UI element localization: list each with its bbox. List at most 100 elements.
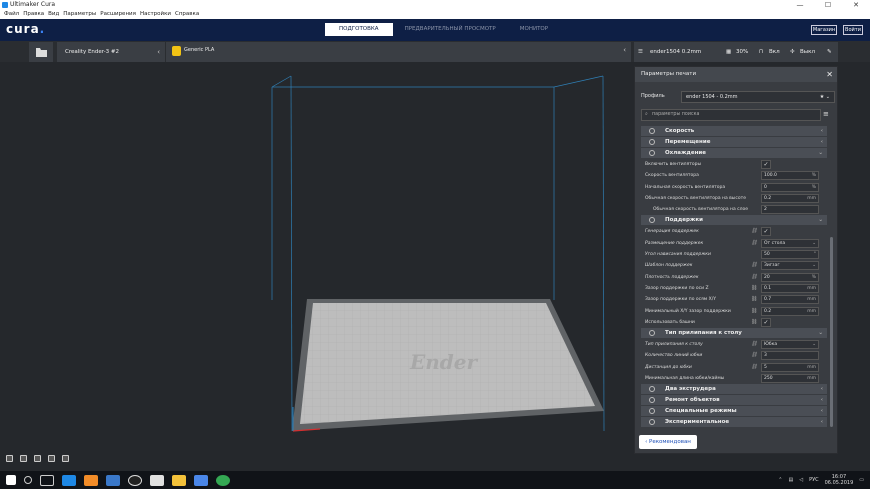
chrome-icon[interactable] xyxy=(216,474,230,486)
setting-input[interactable]: 0% xyxy=(761,182,819,192)
view-top-icon[interactable] xyxy=(34,455,41,462)
task-view-icon[interactable] xyxy=(40,474,54,486)
menu-extensions[interactable]: Расширения xyxy=(98,10,138,19)
category-special-modes[interactable]: Специальные режимы ‹ xyxy=(641,406,827,417)
checkbox[interactable]: ✓ xyxy=(761,160,771,169)
fan-icon xyxy=(649,150,655,156)
search-icon[interactable] xyxy=(24,476,32,484)
star-chevron-icon: ★ ⌄ xyxy=(819,94,830,100)
setting-input[interactable]: 0.7 mm xyxy=(761,295,819,305)
settings-menu-icon[interactable]: ≡ xyxy=(823,110,829,118)
minimize-button[interactable]: — xyxy=(786,0,814,10)
checkbox[interactable]: ✓ xyxy=(761,227,771,237)
summary-infill: 30% xyxy=(736,49,749,55)
printer-name: Creality Ender-3 #2 xyxy=(65,49,120,55)
chevron-left-icon: ‹ xyxy=(157,48,160,56)
cura-taskbar-icon[interactable] xyxy=(62,474,76,486)
profile-dropdown[interactable]: ender 1504 - 0.2mm ★ ⌄ xyxy=(681,91,835,103)
setting-input[interactable]: 0.2 mm xyxy=(761,306,819,316)
category-adhesion[interactable]: Тип прилипания к столу ⌄ xyxy=(641,328,827,339)
open-file-button[interactable] xyxy=(29,42,53,62)
view-right-icon[interactable] xyxy=(62,455,69,462)
view-3d-icon[interactable] xyxy=(6,455,13,462)
close-button[interactable]: ✕ xyxy=(842,0,870,10)
printer-selector[interactable]: Creality Ender-3 #2 ‹ xyxy=(57,42,165,62)
pencil-icon: ✎ xyxy=(827,49,832,55)
category-cooling[interactable]: Охлаждение ⌄ xyxy=(641,148,827,158)
support-icon: ⊓ xyxy=(759,49,764,55)
setting-input[interactable]: 5 mm xyxy=(761,362,819,372)
menu-file[interactable]: Файл xyxy=(2,10,21,19)
menu-view[interactable]: Вид xyxy=(46,10,61,19)
settings-scrollbar[interactable] xyxy=(830,237,833,427)
windows-start-icon[interactable] xyxy=(6,475,16,485)
setting-input[interactable]: 0.1 mm xyxy=(761,283,819,293)
setting-input[interactable]: 3 xyxy=(761,351,819,361)
flask-icon xyxy=(649,419,655,426)
setting-dropdown[interactable]: Зигзаг ⌄ xyxy=(761,261,819,271)
setting-row: Шаблон поддержек ⛓ Зигзаг ⌄ xyxy=(641,260,827,271)
setting-row: Зазор поддержки по осям X/Y ⛓ 0.7 mm xyxy=(641,294,827,305)
clock[interactable]: 16:07 06.05.2019 xyxy=(825,474,854,486)
windows-taskbar xyxy=(0,471,870,489)
search-icon: ⌕ xyxy=(645,112,648,117)
profile-label: Профиль xyxy=(641,93,665,99)
tab-preview[interactable]: ПРЕДВАРИТЕЛЬНЫЙ ПРОСМОТР xyxy=(393,23,508,36)
spool-icon xyxy=(172,46,181,56)
setting-input[interactable]: 50 ° xyxy=(761,250,819,260)
category-support[interactable]: Поддержки ⌄ xyxy=(641,215,827,226)
view-left-icon[interactable] xyxy=(48,455,55,462)
store-icon[interactable] xyxy=(194,474,208,486)
language-indicator[interactable]: РУС xyxy=(809,477,819,483)
setting-row: Минимальная длина юбки/каймы 250 mm xyxy=(641,373,827,384)
explorer-icon[interactable] xyxy=(172,474,186,486)
title-bar: Ultimaker Cura — ☐ ✕ xyxy=(0,0,870,10)
link-icon: ⛓ xyxy=(751,352,758,359)
link-icon: ⛓ xyxy=(751,262,758,269)
setting-input[interactable]: 100.0% xyxy=(761,171,819,181)
volume-icon[interactable]: ◁ xyxy=(799,477,803,483)
window-title: Ultimaker Cura xyxy=(10,1,56,8)
close-icon[interactable]: ✕ xyxy=(826,67,833,82)
link-icon: ⛓ xyxy=(751,363,758,370)
summary-profile: ender1504 0.2mm xyxy=(650,49,702,55)
view-front-icon[interactable] xyxy=(20,455,27,462)
marketplace-button[interactable]: Магазин xyxy=(811,25,837,35)
setting-dropdown[interactable]: От стола ⌄ xyxy=(761,238,819,248)
tab-monitor[interactable]: МОНИТОР xyxy=(508,23,560,36)
menu-help[interactable]: Справка xyxy=(173,10,201,19)
checkbox[interactable]: ✓ xyxy=(761,317,771,327)
menu-bar: Файл Правка Вид Параметры Расширения Нас… xyxy=(0,10,870,19)
category-travel[interactable]: Перемещение ‹ xyxy=(641,137,827,147)
setting-input[interactable]: 250 mm xyxy=(761,374,819,384)
maximize-button[interactable]: ☐ xyxy=(814,0,842,10)
setting-row: Включить вентиляторы ✓ xyxy=(641,159,827,170)
category-experimental[interactable]: Экспериментальное ‹ xyxy=(641,417,827,428)
menu-settings[interactable]: Параметры xyxy=(61,10,98,19)
menu-edit[interactable]: Правка xyxy=(21,10,46,19)
category-speed[interactable]: Скорость ‹ xyxy=(641,126,827,136)
settings-search-input[interactable]: ⌕ параметры поиска xyxy=(641,109,821,121)
material-selector[interactable]: Generic PLA ‹ xyxy=(166,42,631,62)
mail-icon[interactable] xyxy=(150,474,164,486)
tray-chevron-icon[interactable]: ⌃ xyxy=(778,477,782,483)
setting-input[interactable]: 20% xyxy=(761,272,819,282)
signin-button[interactable]: Войти xyxy=(843,25,863,35)
menu-preferences[interactable]: Настройки xyxy=(138,10,173,19)
notifications-icon[interactable]: ▭ xyxy=(859,477,864,483)
setting-dropdown[interactable]: Юбка ⌄ xyxy=(761,340,819,350)
app-icon[interactable] xyxy=(106,474,120,486)
media-icon[interactable] xyxy=(128,474,142,486)
setting-input[interactable]: 2 xyxy=(761,205,819,215)
network-icon[interactable]: ▤ xyxy=(788,477,793,483)
setting-input[interactable]: 0.2 mm xyxy=(761,193,819,203)
link-icon: ⛓ xyxy=(751,228,758,235)
tab-prepare[interactable]: ПОДГОТОВКА xyxy=(325,23,393,36)
recommended-button[interactable]: ‹ Рекомендован xyxy=(639,435,697,449)
category-dual-extrusion[interactable]: Два экструдера ‹ xyxy=(641,384,827,395)
print-settings-summary[interactable]: ☰ ender1504 0.2mm ▦ 30% ⊓ Вкл ✢ Выкл ✎ xyxy=(634,42,838,62)
travel-icon xyxy=(649,139,655,145)
speed-icon xyxy=(649,128,655,134)
category-mesh-fixes[interactable]: Ремонт объектов ‹ xyxy=(641,395,827,406)
fusion-icon[interactable] xyxy=(84,474,98,486)
